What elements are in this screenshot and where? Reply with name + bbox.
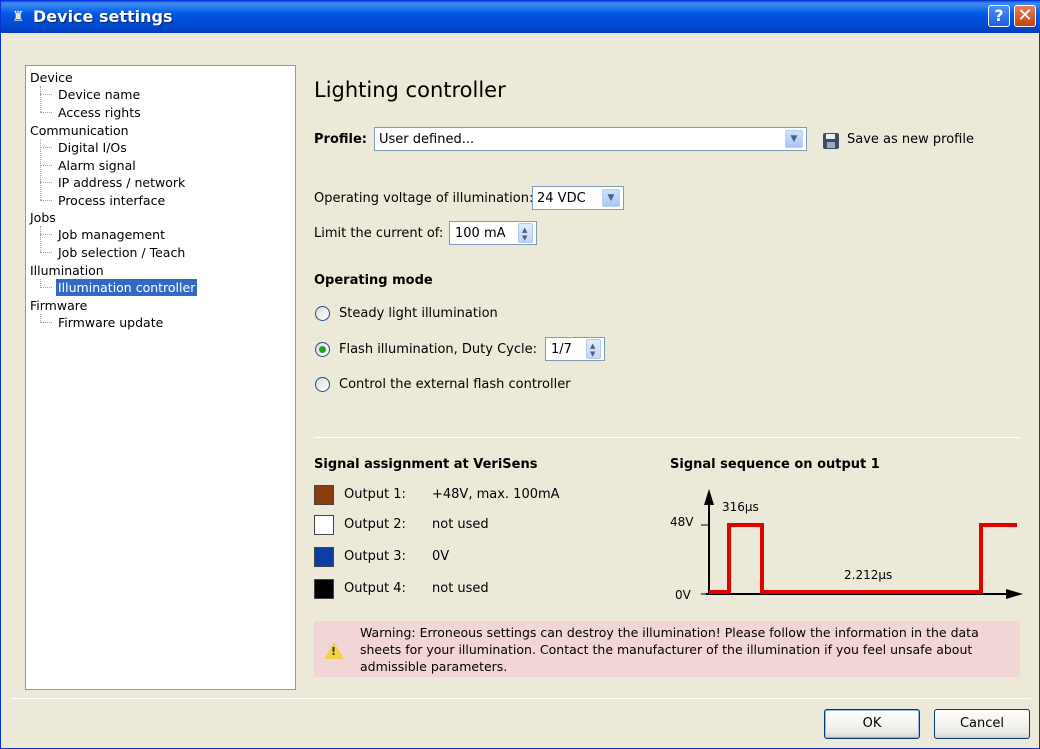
low-voltage-label: 0V <box>675 588 691 602</box>
chevron-down-icon[interactable]: ▼ <box>602 189 620 207</box>
tree-item-job-selection[interactable]: Job selection / Teach <box>58 244 185 261</box>
output-2-swatch <box>314 515 334 535</box>
pulse-duration-label: 316µs <box>722 500 759 514</box>
output-4-value: not used <box>432 581 489 596</box>
tree-connector <box>40 252 52 253</box>
ok-button[interactable]: OK <box>824 709 920 739</box>
signal-assignment-heading: Signal assignment at VeriSens <box>314 457 538 472</box>
window-title: Device settings <box>33 7 173 26</box>
profile-label: Profile: <box>314 132 367 147</box>
tree-item-process-interface[interactable]: Process interface <box>58 192 165 209</box>
tree-connector <box>40 112 52 113</box>
footer-divider <box>11 698 1031 699</box>
tree-item-firmware-update[interactable]: Firmware update <box>58 314 163 331</box>
signal-sequence-heading: Signal sequence on output 1 <box>670 457 880 472</box>
tree-item-alarm-signal[interactable]: Alarm signal <box>58 157 136 174</box>
current-stepper[interactable]: 100 mA ▲ ▼ <box>449 221 537 245</box>
cancel-button[interactable]: Cancel <box>934 709 1030 739</box>
chevron-down-icon[interactable]: ▼ <box>785 130 803 148</box>
flash-illumination-label[interactable]: Flash illumination, Duty Cycle: <box>339 342 537 357</box>
tree-item-job-management[interactable]: Job management <box>58 226 165 243</box>
tree-item-ip-address[interactable]: IP address / network <box>58 174 185 191</box>
external-flash-label[interactable]: Control the external flash controller <box>339 377 571 392</box>
device-settings-window: ♜ Device settings ? ✕ Device Device name… <box>0 0 1040 749</box>
flash-illumination-radio[interactable] <box>315 342 330 357</box>
page-title: Lighting controller <box>314 78 506 102</box>
steady-light-label[interactable]: Steady light illumination <box>339 306 498 321</box>
voltage-select[interactable]: 24 VDC ▼ <box>532 186 624 210</box>
tree-connector <box>40 139 41 200</box>
tree-connector <box>40 94 52 95</box>
external-flash-radio[interactable] <box>315 377 330 392</box>
duty-cycle-value: 1/7 <box>551 342 572 357</box>
output-4-swatch <box>314 579 334 599</box>
tree-connector <box>40 234 52 235</box>
voltage-axis-arrow <box>704 489 714 505</box>
operating-mode-heading: Operating mode <box>314 273 433 288</box>
tree-item-access-rights[interactable]: Access rights <box>58 104 141 121</box>
output-1-value: +48V, max. 100mA <box>432 487 560 502</box>
profile-select[interactable]: User defined... ▼ <box>374 127 807 151</box>
tree-item-digital-ios[interactable]: Digital I/Os <box>58 139 127 156</box>
tree-group-firmware[interactable]: Firmware <box>30 297 87 314</box>
output-4-label: Output 4: <box>344 581 406 596</box>
voltage-label: Operating voltage of illumination: <box>314 191 534 206</box>
warning-text: Warning: Erroneous settings can destroy … <box>360 625 979 674</box>
tree-group-illumination[interactable]: Illumination <box>30 262 104 279</box>
tree-item-device-name[interactable]: Device name <box>58 86 140 103</box>
spin-arrows-icon[interactable]: ▲ ▼ <box>586 339 601 359</box>
output-3-label: Output 3: <box>344 549 406 564</box>
duty-cycle-stepper[interactable]: 1/7 ▲ ▼ <box>545 337 605 361</box>
spin-arrows-icon[interactable]: ▲ ▼ <box>518 223 533 243</box>
tree-group-device[interactable]: Device <box>30 69 73 86</box>
current-value: 100 mA <box>455 226 506 241</box>
title-bar[interactable]: ♜ Device settings ? ✕ <box>1 1 1040 33</box>
save-as-new-profile-button[interactable]: Save as new profile <box>847 132 974 147</box>
save-icon[interactable] <box>823 133 839 149</box>
close-button[interactable]: ✕ <box>1014 5 1036 27</box>
tree-connector <box>40 165 52 166</box>
warning-icon-mark: ! <box>331 645 337 658</box>
tree-item-illumination-controller[interactable]: Illumination controller <box>56 279 198 296</box>
time-axis-arrow <box>1006 589 1023 599</box>
section-divider <box>314 437 1020 438</box>
output-3-swatch <box>314 547 334 567</box>
tree-group-communication[interactable]: Communication <box>30 122 129 139</box>
output-1-swatch <box>314 485 334 505</box>
tree-connector <box>40 287 52 288</box>
voltage-value: 24 VDC <box>537 191 586 206</box>
tree-connector <box>40 322 52 323</box>
profile-value: User defined... <box>379 132 475 147</box>
current-label: Limit the current of: <box>314 226 444 241</box>
tree-connector <box>40 147 52 148</box>
signal-sequence-diagram <box>701 489 1023 599</box>
high-voltage-label: 48V <box>670 515 694 529</box>
tree-connector <box>40 200 52 201</box>
gap-duration-label: 2.212µs <box>844 568 893 582</box>
help-button[interactable]: ? <box>988 5 1010 27</box>
output-3-value: 0V <box>432 549 450 564</box>
output-2-value: not used <box>432 517 489 532</box>
tree-connector <box>40 182 52 183</box>
app-icon: ♜ <box>11 9 25 25</box>
warning-banner: ! Warning: Erroneous settings can destro… <box>314 621 1020 677</box>
settings-tree[interactable]: Device Device name Access rights Communi… <box>25 65 296 690</box>
steady-light-radio[interactable] <box>315 306 330 321</box>
tree-connector <box>40 86 41 112</box>
tree-group-jobs[interactable]: Jobs <box>30 209 56 226</box>
output-2-label: Output 2: <box>344 517 406 532</box>
tree-connector <box>40 226 41 252</box>
output-1-label: Output 1: <box>344 487 406 502</box>
